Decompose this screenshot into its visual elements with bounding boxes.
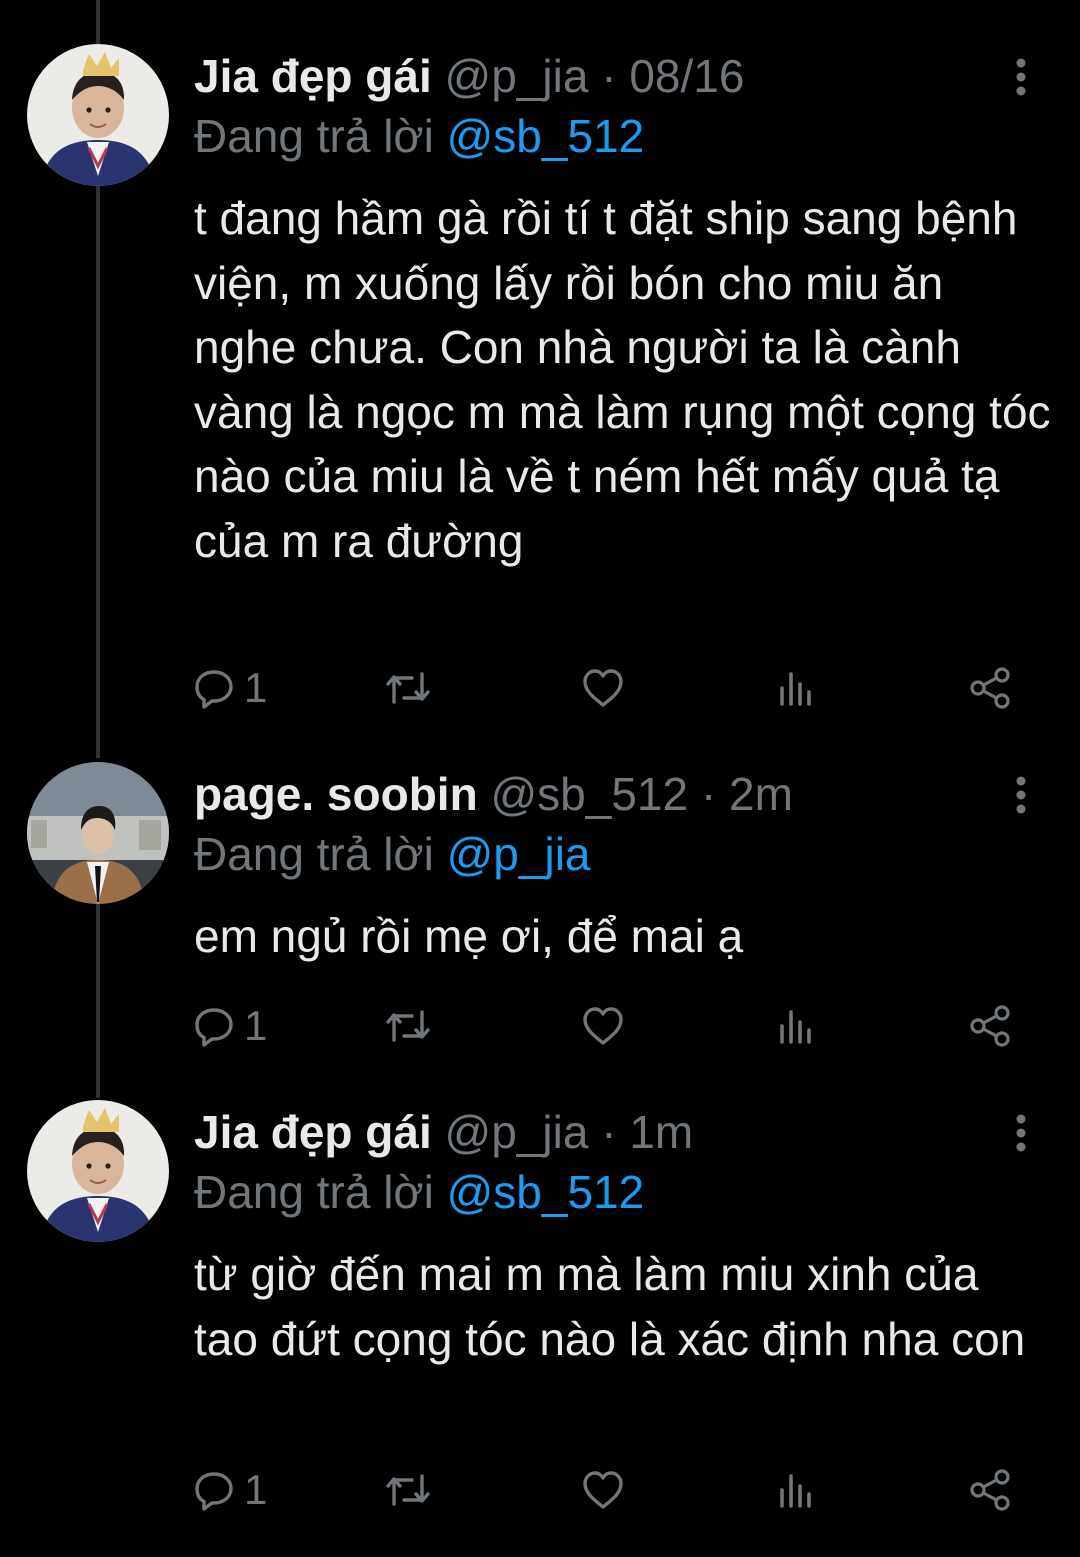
tweet-text: từ giờ đến mai m mà làm miu xinh của tao… <box>194 1248 1026 1365</box>
replying-to: Đang trả lời @p_jia <box>194 822 591 886</box>
tweet-text: t đang hầm gà rồi tí t đặt ship sang bện… <box>194 192 1064 567</box>
replying-to-mention[interactable]: @p_jia <box>447 828 591 880</box>
timestamp[interactable]: 08/16 <box>629 50 744 102</box>
reply-icon <box>195 1472 233 1511</box>
reply-count: 1 <box>244 1466 268 1513</box>
action-bar: 1 <box>0 996 1080 1056</box>
views-button[interactable] <box>776 1460 816 1520</box>
views-button[interactable] <box>776 996 816 1056</box>
retweet-button[interactable] <box>384 1460 432 1520</box>
reply-icon <box>195 1008 233 1047</box>
action-bar: 1 <box>0 1460 1080 1520</box>
avatar[interactable] <box>27 44 169 186</box>
like-icon <box>583 669 623 707</box>
thread-line <box>96 0 100 44</box>
child-avatar-icon <box>27 44 169 186</box>
child-avatar-icon <box>27 1100 169 1242</box>
share-icon <box>970 667 1010 709</box>
timestamp[interactable]: 2m <box>729 768 793 820</box>
tweet[interactable]: Jia đẹp gái @p_jia · 08/16 Đang trả lời … <box>0 44 1080 724</box>
separator-dot: · <box>601 1106 617 1158</box>
separator-dot: · <box>601 50 617 102</box>
reply-count: 1 <box>244 1002 268 1049</box>
share-icon <box>970 1005 1010 1047</box>
views-icon <box>780 1010 811 1044</box>
replying-to-label: Đang trả lời <box>194 1166 434 1218</box>
tweet-header: page. soobin @sb_512 · 2m <box>194 762 793 826</box>
tweet[interactable]: page. soobin @sb_512 · 2m Đang trả lời @… <box>0 762 1080 1062</box>
like-button[interactable] <box>580 658 626 718</box>
like-button[interactable] <box>580 1460 626 1520</box>
tweet-header: Jia đẹp gái @p_jia · 08/16 <box>194 44 744 108</box>
replying-to: Đang trả lời @sb_512 <box>194 1160 644 1224</box>
avatar[interactable] <box>27 1100 169 1242</box>
display-name[interactable]: Jia đẹp gái <box>194 50 432 102</box>
replying-to-label: Đang trả lời <box>194 828 434 880</box>
reply-icon <box>195 670 233 709</box>
share-button[interactable] <box>968 1460 1014 1520</box>
handle[interactable]: @sb_512 <box>490 768 688 820</box>
like-button[interactable] <box>580 996 626 1056</box>
more-icon[interactable] <box>1006 1108 1036 1158</box>
retweet-button[interactable] <box>384 658 432 718</box>
more-icon[interactable] <box>1006 770 1036 820</box>
display-name[interactable]: Jia đẹp gái <box>194 1106 432 1158</box>
reply-button[interactable]: 1 <box>192 658 267 718</box>
handle[interactable]: @p_jia <box>445 50 589 102</box>
views-icon <box>780 1474 811 1508</box>
like-icon <box>583 1007 623 1045</box>
action-bar: 1 <box>0 658 1080 718</box>
replying-to-mention[interactable]: @sb_512 <box>447 110 645 162</box>
timeline: Jia đẹp gái @p_jia · 08/16 Đang trả lời … <box>0 0 1080 1557</box>
retweet-icon <box>386 672 430 704</box>
tweet-text: em ngủ rồi mẹ ơi, để mai ạ <box>194 910 744 962</box>
timestamp[interactable]: 1m <box>629 1106 693 1158</box>
more-icon[interactable] <box>1006 52 1036 102</box>
share-button[interactable] <box>968 658 1014 718</box>
retweet-icon <box>386 1474 430 1506</box>
retweet-button[interactable] <box>384 996 432 1056</box>
replying-to: Đang trả lời @sb_512 <box>194 104 644 168</box>
display-name[interactable]: page. soobin <box>194 768 478 820</box>
avatar[interactable] <box>27 762 169 904</box>
replying-to-mention[interactable]: @sb_512 <box>447 1166 645 1218</box>
tweet-header: Jia đẹp gái @p_jia · 1m <box>194 1100 693 1164</box>
separator-dot: · <box>700 768 717 820</box>
like-icon <box>583 1471 623 1509</box>
reply-button[interactable]: 1 <box>192 996 267 1056</box>
tweet[interactable]: Jia đẹp gái @p_jia · 1m Đang trả lời @sb… <box>0 1100 1080 1540</box>
reply-button[interactable]: 1 <box>192 1460 267 1520</box>
man-avatar-icon <box>27 762 169 904</box>
share-button[interactable] <box>968 996 1014 1056</box>
retweet-icon <box>386 1010 430 1042</box>
reply-count: 1 <box>244 664 268 711</box>
handle[interactable]: @p_jia <box>445 1106 589 1158</box>
share-icon <box>970 1469 1010 1511</box>
views-button[interactable] <box>776 658 816 718</box>
replying-to-label: Đang trả lời <box>194 110 434 162</box>
views-icon <box>780 672 811 706</box>
